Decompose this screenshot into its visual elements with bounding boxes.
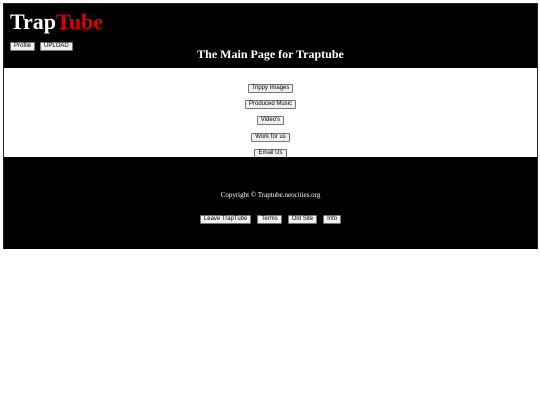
site-logo: TrapTube — [10, 10, 103, 34]
terms-button[interactable]: Terms — [257, 215, 282, 224]
nav-item-videos: Video's — [4, 108, 537, 126]
logo-tube-text: Tube — [56, 9, 103, 34]
copyright-text: Copyright © Traptube.neocities.org — [220, 191, 321, 199]
old-site-button[interactable]: Old Site — [287, 215, 318, 224]
leave-traptube-button[interactable]: Leave TrapTube — [199, 215, 252, 224]
main-content: Trippy Images Produced Music Video's Wor… — [4, 68, 537, 158]
logo-trap-text: Trap — [10, 9, 57, 34]
info-button[interactable]: Info — [323, 215, 342, 224]
videos-button[interactable]: Video's — [256, 116, 285, 125]
page-title: The Main Page for Traptube — [197, 47, 344, 61]
header: TrapTube Profile UPLOAD The Main Page fo… — [4, 4, 537, 68]
footer-buttons: Leave TrapTube Terms Old Site Info — [4, 207, 537, 225]
page-frame: TrapTube Profile UPLOAD The Main Page fo… — [3, 3, 538, 249]
footer: Copyright © Traptube.neocities.org Leave… — [4, 157, 537, 249]
